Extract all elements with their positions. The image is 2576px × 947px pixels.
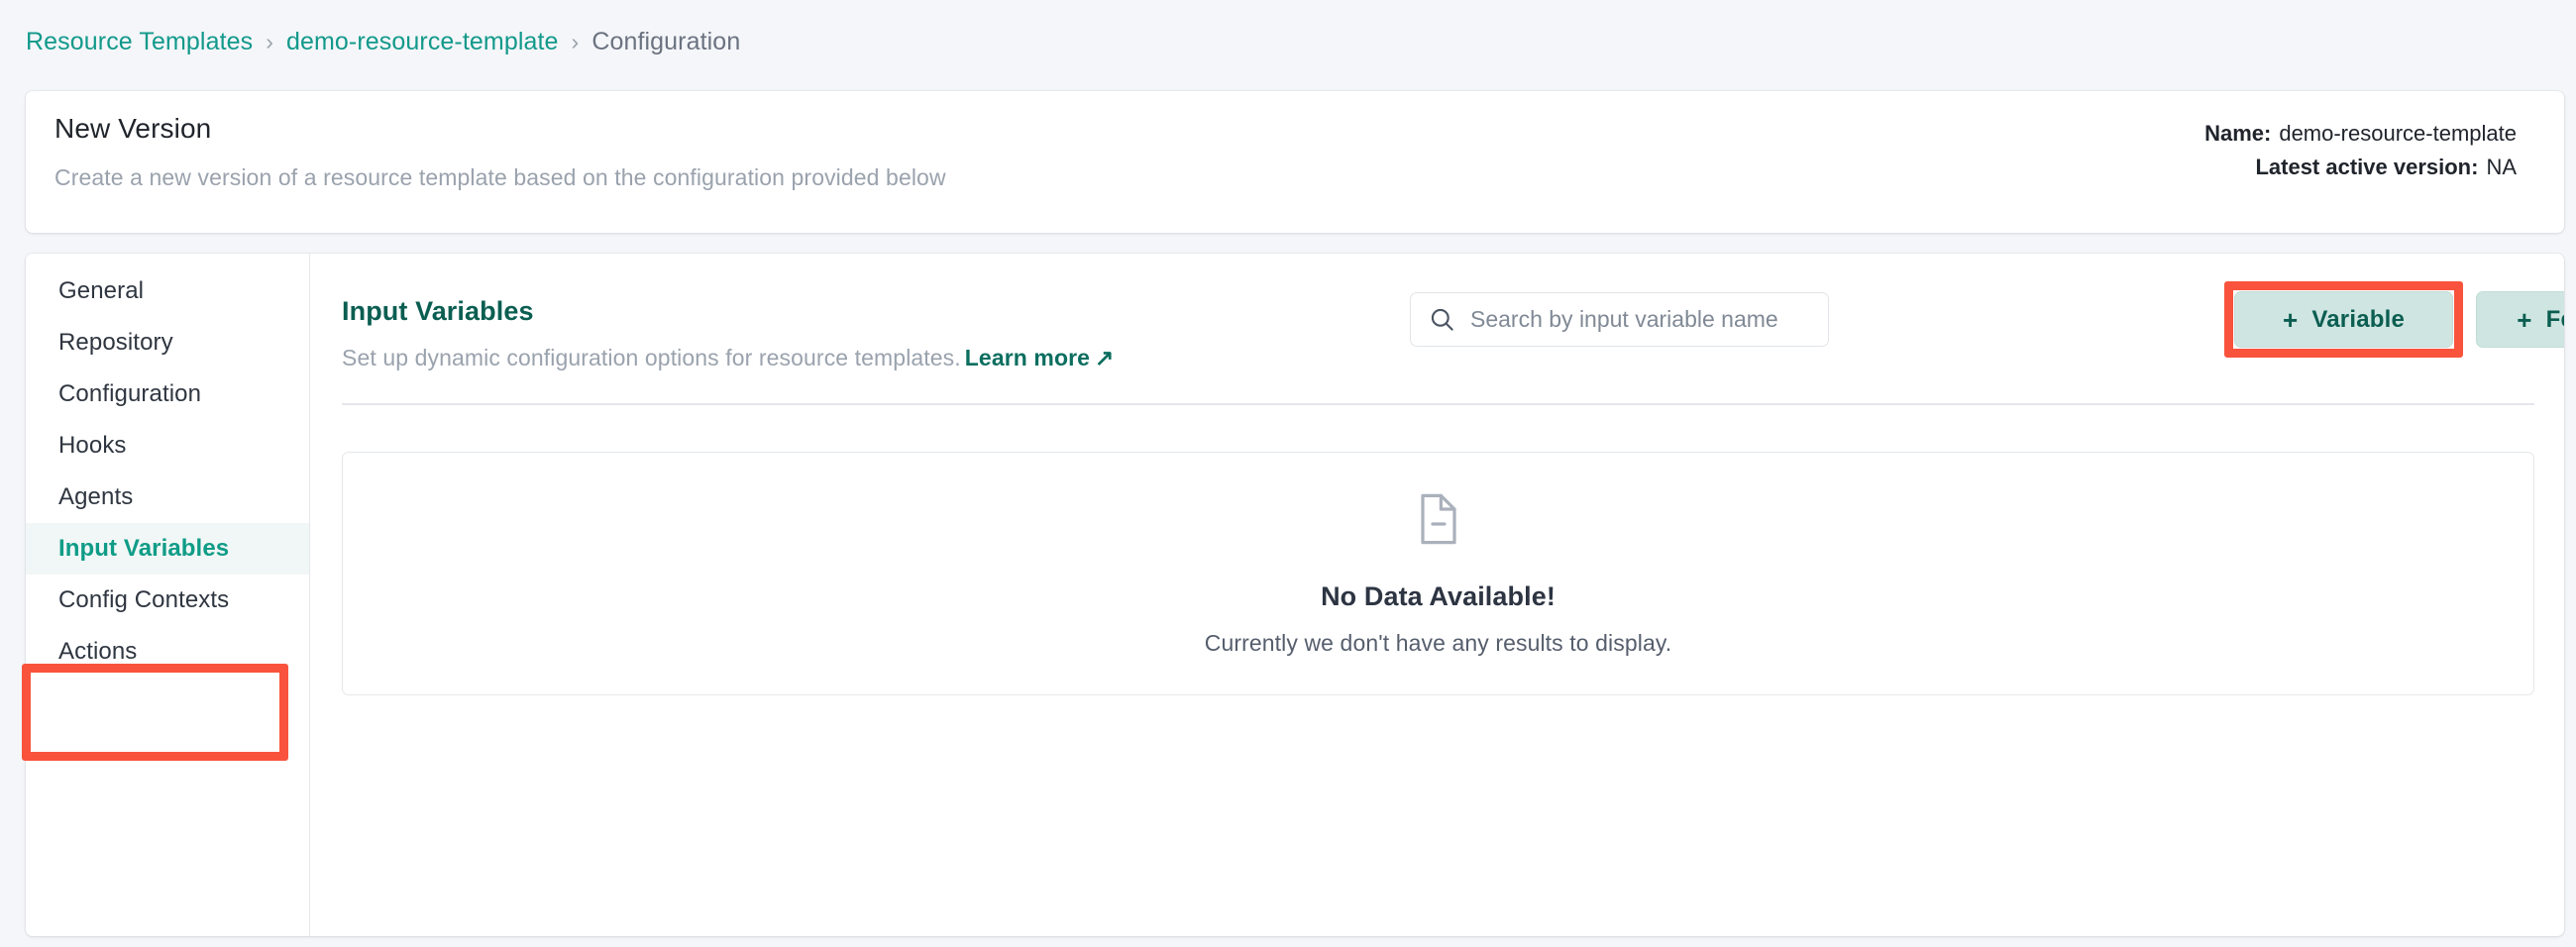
fetch-variables-button[interactable]: + Fetch Variables (2476, 291, 2564, 348)
sidebar-item-repository[interactable]: Repository (26, 317, 309, 368)
add-variable-button[interactable]: + Variable (2234, 291, 2453, 348)
sidebar-item-agents[interactable]: Agents (26, 472, 309, 523)
sidebar-item-label: Agents (58, 483, 134, 510)
page-title: New Version (54, 113, 212, 144)
sidebar-item-label: Input Variables (58, 535, 230, 562)
sidebar-item-label: Actions (58, 638, 138, 665)
latest-active-version-label: Latest active version: (2255, 155, 2479, 179)
sidebar-item-hooks[interactable]: Hooks (26, 420, 309, 472)
section-subtitle: Set up dynamic configuration options for… (342, 345, 1114, 371)
section-subtitle-text: Set up dynamic configuration options for… (342, 345, 961, 370)
latest-active-version-value: NA (2486, 155, 2517, 179)
breadcrumb-separator-icon: › (266, 28, 273, 54)
input-variables-panel: Input Variables Set up dynamic configura… (310, 254, 2564, 936)
sidebar-item-label: General (58, 277, 145, 304)
template-name-row: Name: demo-resource-template (2204, 117, 2517, 151)
plus-icon: + (2517, 304, 2532, 335)
new-version-header-card: New Version Create a new version of a re… (26, 91, 2564, 233)
search-input-wrapper[interactable] (1410, 292, 1829, 347)
section-divider (342, 403, 2534, 405)
sidebar-item-label: Hooks (58, 432, 127, 459)
document-minus-icon (1415, 491, 1462, 552)
input-variables-empty-state-card: No Data Available! Currently we don't ha… (342, 452, 2534, 695)
plus-icon: + (2282, 304, 2299, 335)
breadcrumb: Resource Templates › demo-resource-templ… (26, 26, 740, 57)
empty-state-title: No Data Available! (1321, 580, 1556, 611)
external-link-arrow-icon: ↗ (1095, 345, 1115, 370)
latest-active-version-row: Latest active version: NA (2204, 151, 2517, 184)
configuration-body-card: General Repository Configuration Hooks A… (26, 254, 2564, 936)
breadcrumb-item-demo-resource-template[interactable]: demo-resource-template (286, 28, 559, 56)
page-subtitle: Create a new version of a resource templ… (54, 164, 946, 190)
search-icon (1429, 306, 1455, 333)
sidebar-item-configuration[interactable]: Configuration (26, 368, 309, 420)
template-name-value: demo-resource-template (2279, 121, 2517, 146)
fetch-variables-button-label: Fetch Variables (2545, 305, 2564, 333)
add-variable-button-label: Variable (2311, 305, 2406, 333)
sidebar-item-actions[interactable]: Actions (26, 626, 309, 678)
sidebar-item-general[interactable]: General (26, 265, 309, 317)
breadcrumb-item-configuration: Configuration (591, 27, 741, 55)
breadcrumb-separator-icon: › (571, 28, 580, 54)
sidebar-item-label: Config Contexts (58, 586, 230, 613)
sidebar-item-config-contexts[interactable]: Config Contexts (26, 575, 309, 626)
sidebar-item-label: Repository (58, 329, 173, 356)
section-title: Input Variables (342, 296, 534, 326)
sidebar-item-input-variables[interactable]: Input Variables (26, 523, 309, 575)
learn-more-link[interactable]: Learn more (965, 345, 1090, 370)
template-name-label: Name: (2204, 121, 2272, 146)
search-input[interactable] (1470, 306, 1807, 333)
breadcrumb-item-resource-templates[interactable]: Resource Templates (26, 28, 253, 56)
sidebar-item-label: Configuration (58, 380, 202, 407)
configuration-sidebar: General Repository Configuration Hooks A… (26, 254, 310, 936)
template-meta: Name: demo-resource-template Latest activ… (2204, 117, 2517, 184)
empty-state-subtitle: Currently we don't have any results to d… (1204, 629, 1672, 656)
